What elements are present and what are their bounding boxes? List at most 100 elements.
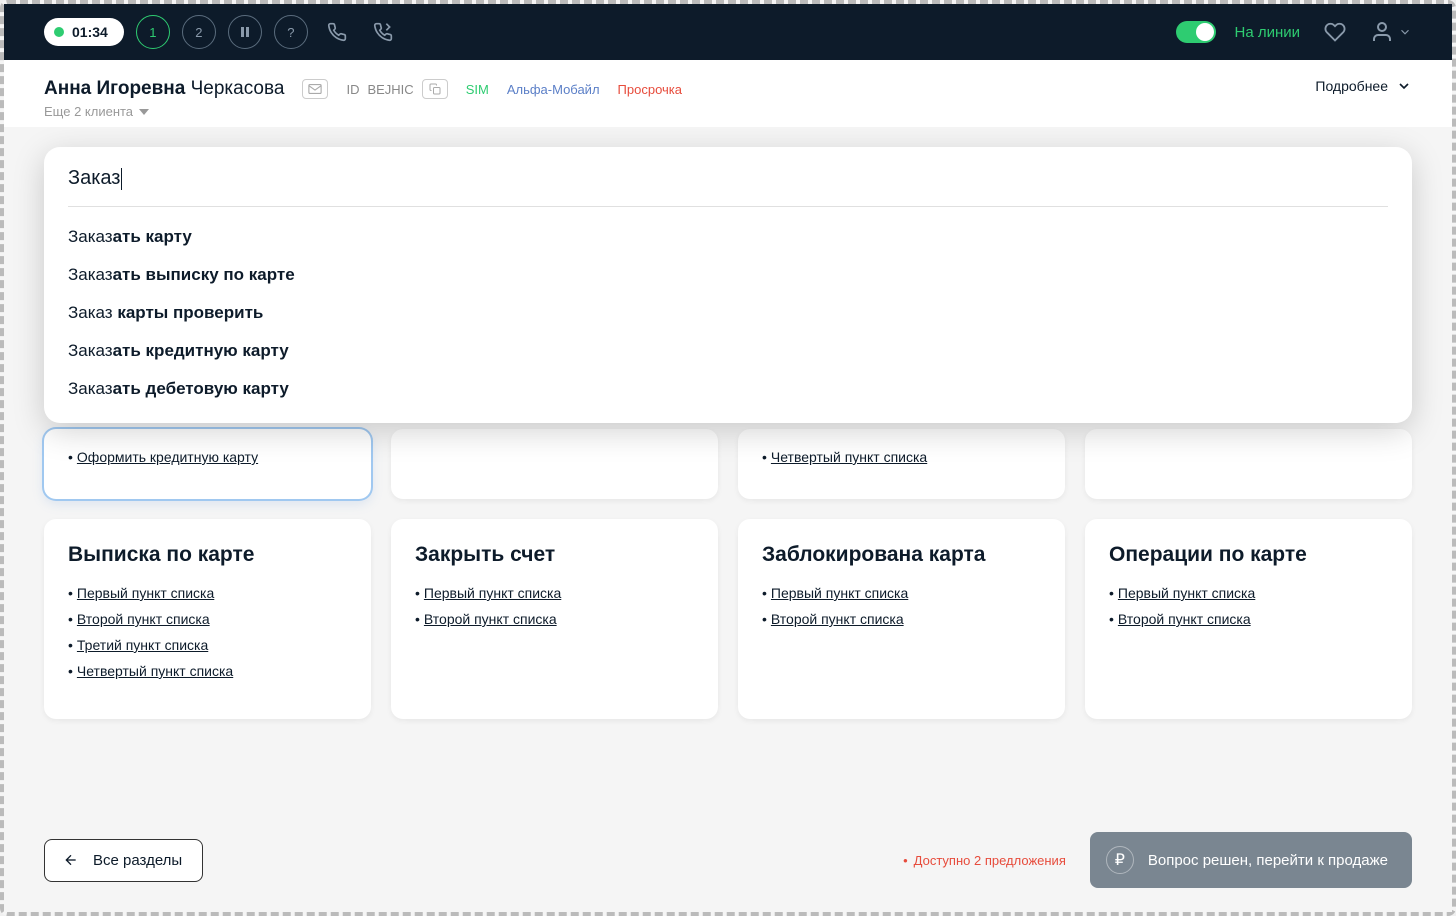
card-link[interactable]: Первый пункт списка [424,585,561,601]
question-icon: ? [287,25,294,40]
search-suggestion[interactable]: Заказать карту [68,227,1388,247]
card-list-item: •Первый пункт списка [1109,585,1388,601]
card-peek: •Четвертый пункт списка [738,429,1065,499]
card-list-item: •Второй пункт списка [1109,611,1388,627]
card-list: •Первый пункт списка •Второй пункт списка [415,585,694,627]
card-link[interactable]: Второй пункт списка [771,611,904,627]
card-peek: •Оформить кредитную карту [44,429,371,499]
card-link[interactable]: Оформить кредитную карту [77,449,258,465]
client-name-rest: Черкасова [185,78,284,99]
ruble-icon: ₽ [1106,846,1134,874]
resolve-label: Вопрос решен, перейти к продаже [1148,852,1388,869]
id-prefix: ID [346,82,359,97]
card-list-item: •Второй пункт списка [68,611,347,627]
phone-forward-icon [373,22,393,42]
topic-card: Операции по карте•Первый пункт списка•Вт… [1085,519,1412,719]
main-content: Заказ Заказать карту Заказать выписку по … [4,127,1452,816]
card-link[interactable]: Первый пункт списка [771,585,908,601]
topic-card: Закрыть счет •Первый пункт списка •Второй … [391,519,718,719]
resolve-button[interactable]: ₽ Вопрос решен, перейти к продаже [1090,832,1412,888]
card-link[interactable]: Второй пункт списка [77,611,210,627]
tag-sim: SIM [466,82,489,97]
caret-down-icon [139,107,149,117]
client-info: Анна Игоревна Черкасова ID BEJHIC SIM Ал… [44,78,682,119]
topbar-right: На линии [1176,15,1412,49]
help-button[interactable]: ? [274,15,308,49]
card-list-item: •Оформить кредитную карту [44,437,371,465]
card-peek [391,429,718,499]
card-list: •Первый пункт списка •Второй пункт списка [762,585,1041,627]
client-header: Анна Игоревна Черкасова ID BEJHIC SIM Ал… [4,60,1452,127]
card-title: Заблокирована карта [762,543,1041,567]
card-list: •Первый пункт списка •Второй пункт списка [1109,585,1388,627]
tag-overdue: Просрочка [618,82,682,97]
card-list-item: •Третий пункт списка [68,637,347,653]
search-input-wrap[interactable]: Заказ [68,167,1388,207]
card-list-item: •Первый пункт списка [762,585,1041,601]
card-link[interactable]: Четвертый пункт списка [77,663,233,679]
search-suggestion[interactable]: Заказать кредитную карту [68,341,1388,361]
client-id: ID BEJHIC [346,79,447,99]
card-list-item: •Второй пункт списка [415,611,694,627]
search-input[interactable]: Заказ [68,167,122,189]
status-dot-icon [54,27,64,37]
topic-card: Заблокирована карта•Первый пункт списка•… [738,519,1065,719]
cards-peek-row: •Оформить кредитную карту •Четвертый пунк… [44,429,1412,499]
toggle-knob-icon [1196,23,1214,41]
card-title: Закрыть счет [415,543,694,567]
chevron-down-icon [1398,25,1412,39]
arrow-left-icon [61,852,81,868]
search-panel: Заказ Заказать карту Заказать выписку по … [44,147,1412,423]
favorite-button[interactable] [1318,15,1352,49]
details-label: Подробнее [1315,78,1388,94]
card-link[interactable]: Четвертый пункт списка [771,449,927,465]
client-name-bold: Анна Игоревна [44,78,185,99]
client-row: Анна Игоревна Черкасова ID BEJHIC SIM Ал… [44,78,682,100]
topbar: 01:34 1 2 ? На линии [4,4,1452,60]
id-value: BEJHIC [367,82,413,97]
call-timer: 01:34 [44,18,124,46]
card-link[interactable]: Третий пункт списка [77,637,208,653]
heart-icon [1324,21,1346,43]
more-clients-dropdown[interactable]: Еще 2 клиента [44,104,682,119]
topbar-left: 01:34 1 2 ? [44,15,400,49]
copy-id-button[interactable] [422,79,448,99]
copy-icon [429,83,441,95]
mail-icon [308,84,322,94]
pause-button[interactable] [228,15,262,49]
card-list-item: •Четвертый пункт списка [68,663,347,679]
topic-card: Выписка по карте •Первый пункт списка •Вто… [44,519,371,719]
card-link[interactable]: Второй пункт списка [424,611,557,627]
card-list-item: •Второй пункт списка [762,611,1041,627]
details-button[interactable]: Подробнее [1315,78,1412,94]
profile-dropdown[interactable] [1370,20,1412,44]
chevron-down-icon [1396,78,1412,94]
mail-button[interactable] [302,79,328,99]
card-list-item: •Первый пункт списка [415,585,694,601]
queue-2-button[interactable]: 2 [182,15,216,49]
card-peek [1085,429,1412,499]
footer-right: Доступно 2 предложения ₽ Вопрос решен, п… [903,832,1412,888]
card-list-item: •Четвертый пункт списка [738,437,1065,465]
card-title: Выписка по карте [68,543,347,567]
client-name: Анна Игоревна Черкасова [44,78,284,100]
search-suggestion[interactable]: Заказ карты проверить [68,303,1388,323]
pause-icon [239,26,251,38]
online-toggle[interactable] [1176,21,1216,43]
card-link[interactable]: Первый пункт списка [1118,585,1255,601]
call-button[interactable] [320,15,354,49]
card-link[interactable]: Второй пункт списка [1118,611,1251,627]
card-list: •Первый пункт списка •Второй пункт списка… [68,585,347,679]
all-sections-button[interactable]: Все разделы [44,839,203,882]
all-sections-label: Все разделы [93,852,182,869]
user-icon [1370,20,1394,44]
call-forward-button[interactable] [366,15,400,49]
search-suggestion[interactable]: Заказать выписку по карте [68,265,1388,285]
tag-alpha-mobile: Альфа-Мобайл [507,82,600,97]
phone-icon [327,22,347,42]
queue-1-button[interactable]: 1 [136,15,170,49]
card-list-item: •Первый пункт списка [68,585,347,601]
search-suggestion[interactable]: Заказать дебетовую карту [68,379,1388,399]
card-link[interactable]: Первый пункт списка [77,585,214,601]
footer: Все разделы Доступно 2 предложения ₽ Воп… [4,816,1452,912]
